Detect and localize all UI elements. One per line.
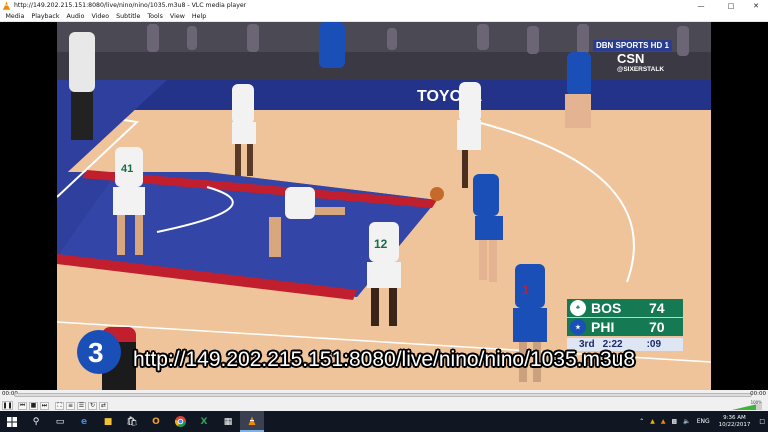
menu-help[interactable]: Help xyxy=(188,13,209,20)
seek-row: 00:00 00:00 xyxy=(0,390,768,400)
menu-video[interactable]: Video xyxy=(88,13,113,20)
start-button[interactable] xyxy=(0,411,24,432)
jersey-number-12: 12 xyxy=(374,237,388,251)
chrome-icon xyxy=(174,416,186,427)
loop-icon: ↻ xyxy=(89,402,96,409)
total-time: 00:00 xyxy=(750,391,766,397)
search-button[interactable]: ⚲ xyxy=(24,411,48,432)
playback-controls: ❚❚ ⏮ ■ ⏭ ⛶ ≡ ☰ ↻ ⇄ 100% xyxy=(0,400,768,411)
scoreboard-row-bos: ♣ BOS 74 xyxy=(567,299,683,317)
edge-button[interactable]: e xyxy=(72,411,96,432)
network-handle: @SIXERSTALK xyxy=(617,66,665,73)
close-button[interactable]: ✕ xyxy=(745,0,767,11)
photos-button[interactable]: ▦ xyxy=(216,411,240,432)
minimize-button[interactable]: — xyxy=(690,0,712,11)
window-title: http://149.202.215.151:8080/live/nino/ni… xyxy=(14,2,247,9)
jersey-number-1: 1 xyxy=(522,282,529,297)
loop-button[interactable]: ↻ xyxy=(88,401,97,410)
task-view-icon: ▭ xyxy=(55,416,65,427)
title-bar: http://149.202.215.151:8080/live/nino/ni… xyxy=(0,0,768,11)
previous-button[interactable]: ⏮ xyxy=(18,401,27,410)
network-icon[interactable]: ▩ xyxy=(669,418,681,425)
excel-icon: X xyxy=(200,416,208,427)
vlc-cone-icon xyxy=(248,416,256,425)
random-button[interactable]: ⇄ xyxy=(99,401,108,410)
windows-taskbar: ⚲ ▭ e ■ 🛍 O X ▦ ⌃ ▲ ▲ ▩ 🔈 ENG 9:36 AM 10… xyxy=(0,411,768,432)
vlc-taskbar-button[interactable] xyxy=(240,411,264,432)
previous-icon: ⏮ xyxy=(19,401,26,409)
clock-date: 10/22/2017 xyxy=(718,421,751,428)
file-explorer-button[interactable]: ■ xyxy=(96,411,120,432)
outlook-button[interactable]: O xyxy=(144,411,168,432)
video-frame: TOYOTA 41 12 1 3 DBN SPORTS HD 1 CSN @SI… xyxy=(57,22,711,390)
network-label: CSN xyxy=(617,51,645,66)
maximize-icon: □ xyxy=(727,1,735,10)
stop-button[interactable]: ■ xyxy=(29,401,38,410)
windows-logo-icon xyxy=(7,416,17,427)
task-view-button[interactable]: ▭ xyxy=(48,411,72,432)
playlist-icon: ☰ xyxy=(78,402,85,409)
system-tray: ⌃ ▲ ▲ ▩ 🔈 ENG 9:36 AM 10/22/2017 □ xyxy=(636,411,768,432)
broadcast-bug: DBN SPORTS HD 1 CSN @SIXERSTALK xyxy=(593,40,681,80)
folder-icon: ■ xyxy=(103,416,113,427)
clock-time: 9:36 AM xyxy=(723,414,746,421)
menu-subtitle[interactable]: Subtitle xyxy=(113,13,144,20)
vlc-tray-icon[interactable]: ▲ xyxy=(658,418,669,425)
fullscreen-button[interactable]: ⛶ xyxy=(55,401,64,410)
team-score-bos: 74 xyxy=(649,300,665,316)
team-score-phi: 70 xyxy=(649,319,665,335)
excel-button[interactable]: X xyxy=(192,411,216,432)
extended-settings-button[interactable]: ≡ xyxy=(66,401,75,410)
close-icon: ✕ xyxy=(753,1,759,10)
store-button[interactable]: 🛍 xyxy=(120,411,144,432)
shuffle-icon: ⇄ xyxy=(100,402,107,409)
photos-icon: ▦ xyxy=(223,416,233,427)
vlc-app-icon xyxy=(2,1,11,10)
chrome-button[interactable] xyxy=(168,411,192,432)
fullscreen-icon: ⛶ xyxy=(57,401,62,409)
scoreboard: ♣ BOS 74 ★ PHI 70 3rd 2:22 :09 xyxy=(567,299,683,355)
volume-ramp-icon xyxy=(732,403,762,410)
taskbar-clock[interactable]: 9:36 AM 10/22/2017 xyxy=(713,415,757,429)
team-name-bos: BOS xyxy=(591,300,622,316)
scoreboard-row-phi: ★ PHI 70 xyxy=(567,318,683,336)
menu-view[interactable]: View xyxy=(166,13,188,20)
playlist-button[interactable]: ☰ xyxy=(77,401,86,410)
notifications-icon[interactable]: □ xyxy=(756,418,768,425)
store-icon: 🛍 xyxy=(126,416,138,427)
search-icon: ⚲ xyxy=(32,416,40,427)
celtics-logo-icon: ♣ xyxy=(570,300,586,316)
pause-icon: ❚❚ xyxy=(2,402,13,409)
next-button[interactable]: ⏭ xyxy=(40,401,49,410)
input-language[interactable]: ENG xyxy=(694,418,713,425)
jersey-number-41: 41 xyxy=(121,163,133,175)
chevron-up-icon[interactable]: ⌃ xyxy=(636,418,647,425)
maximize-button[interactable]: □ xyxy=(720,0,742,11)
speaker-icon[interactable]: 🔈 xyxy=(680,418,693,425)
seek-bar[interactable] xyxy=(14,393,752,397)
equalizer-icon: ≡ xyxy=(67,402,74,409)
menu-bar: Media Playback Audio Video Subtitle Tool… xyxy=(0,11,768,22)
team-name-phi: PHI xyxy=(591,319,615,335)
channel-label: DBN SPORTS HD 1 xyxy=(593,40,672,51)
minimize-icon: — xyxy=(697,1,705,10)
warning-icon[interactable]: ▲ xyxy=(647,418,658,425)
menu-playback[interactable]: Playback xyxy=(28,13,63,20)
outlook-icon: O xyxy=(152,416,160,427)
volume-slider[interactable]: 100% xyxy=(732,400,762,410)
stop-icon: ■ xyxy=(30,402,37,409)
sixers-logo-icon: ★ xyxy=(570,319,586,335)
menu-tools[interactable]: Tools xyxy=(144,13,167,20)
menu-media[interactable]: Media xyxy=(2,13,28,20)
pause-button[interactable]: ❚❚ xyxy=(2,401,13,410)
subtitle-overlay: http://149.202.215.151:8080/live/nino/ni… xyxy=(132,348,636,371)
edge-icon: e xyxy=(80,416,88,427)
video-area[interactable]: TOYOTA 41 12 1 3 DBN SPORTS HD 1 CSN @SI… xyxy=(0,22,768,390)
menu-audio[interactable]: Audio xyxy=(63,13,88,20)
next-icon: ⏭ xyxy=(41,401,48,409)
